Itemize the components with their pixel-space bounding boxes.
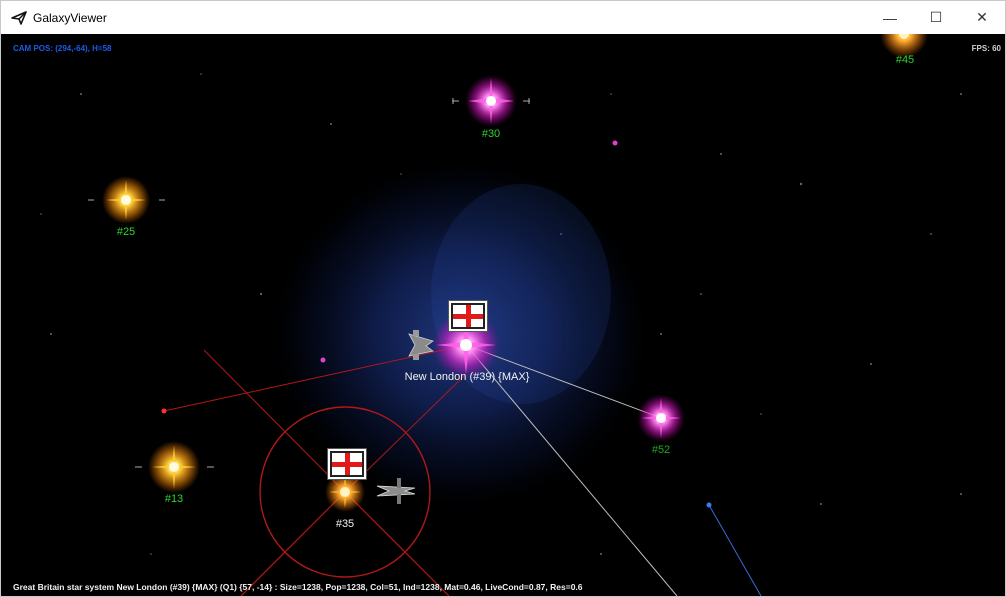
- galaxy-canvas[interactable]: [1, 34, 1005, 596]
- small-star: [706, 502, 712, 508]
- fps-counter: FPS: 60: [971, 44, 1001, 53]
- minimize-button[interactable]: —: [867, 1, 913, 34]
- title-bar: GalaxyViewer — ☐ ✕: [1, 1, 1005, 34]
- star-label-52: #52: [651, 444, 671, 456]
- great-britain-flag[interactable]: [327, 448, 367, 480]
- close-button[interactable]: ✕: [959, 1, 1005, 34]
- star-label-13: #13: [164, 493, 184, 505]
- star-label-25: #25: [116, 226, 136, 238]
- small-star: [320, 357, 326, 363]
- paper-plane-icon: [11, 10, 27, 25]
- great-britain-flag[interactable]: [448, 300, 488, 332]
- star-30[interactable]: [465, 75, 517, 127]
- galaxy-viewport[interactable]: CAM POS: (294,-64), H=58 FPS: 60 #45 #30…: [1, 34, 1005, 596]
- maximize-button[interactable]: ☐: [913, 1, 959, 34]
- small-star: [612, 140, 618, 146]
- camera-position-readout: CAM POS: (294,-64), H=58: [13, 44, 112, 53]
- star-label-45: #45: [895, 54, 915, 66]
- galaxy-viewer-window: GalaxyViewer — ☐ ✕ CAM POS: (294,-64), H…: [0, 0, 1006, 597]
- star-52[interactable]: [637, 394, 685, 442]
- star-13[interactable]: [148, 441, 200, 493]
- star-25[interactable]: [102, 176, 150, 224]
- system-status-bar: Great Britain star system New London (#3…: [13, 582, 583, 592]
- star-label-35: #35: [335, 518, 355, 530]
- star-label-39: New London (#39) {MAX}: [404, 371, 530, 383]
- window-title: GalaxyViewer: [33, 10, 107, 25]
- small-star: [161, 408, 167, 414]
- star-label-30: #30: [481, 128, 501, 140]
